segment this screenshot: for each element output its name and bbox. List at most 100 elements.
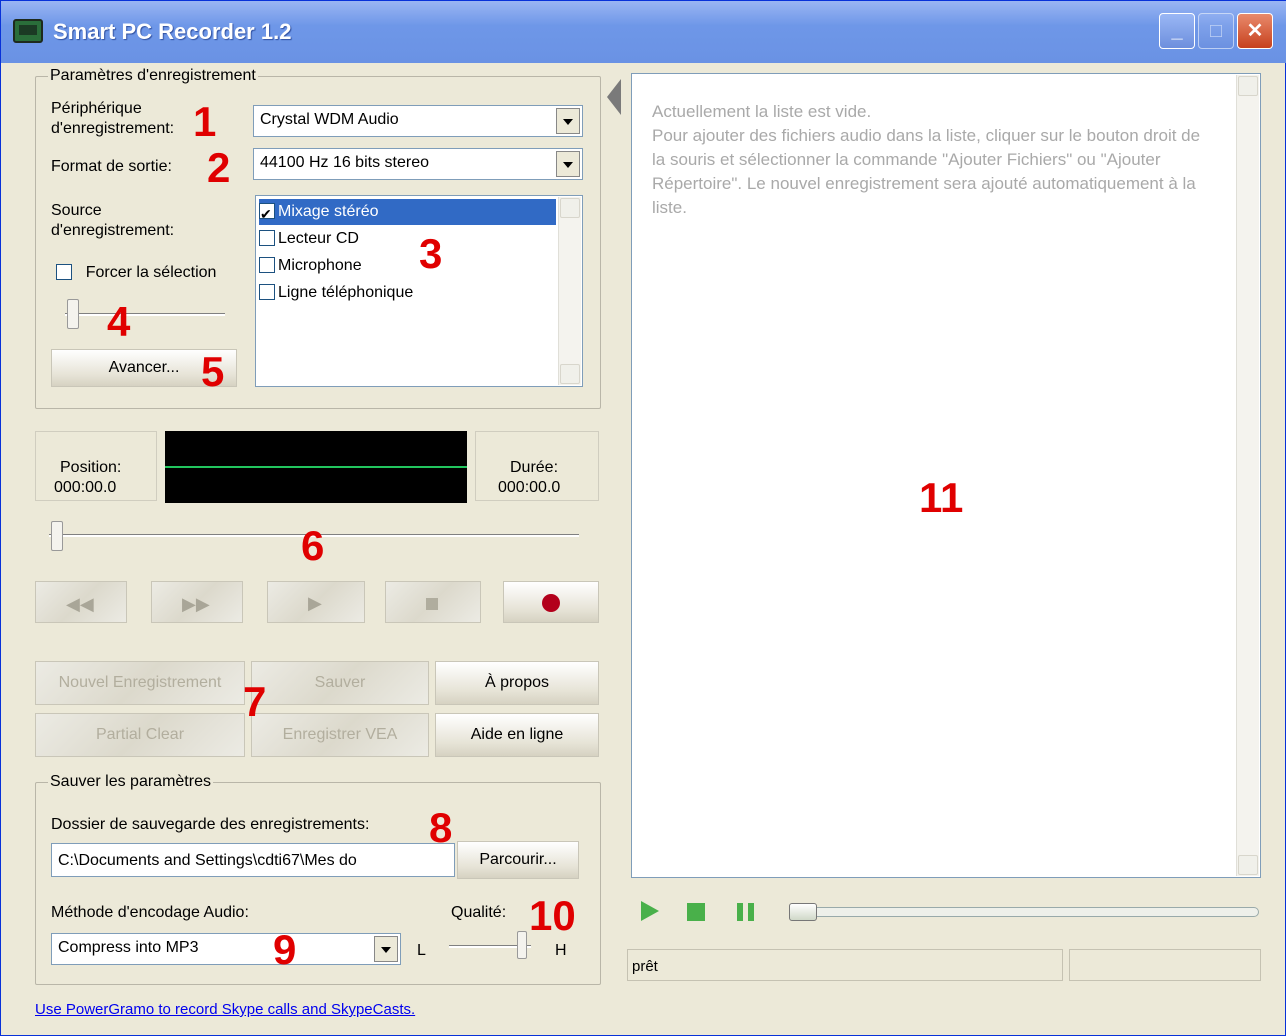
annotation-9: 9 xyxy=(273,926,297,973)
format-select-value: 44100 Hz 16 bits stereo xyxy=(260,154,429,171)
save-settings-legend: Sauver les paramètres xyxy=(50,773,211,790)
status-bar-secondary xyxy=(1069,949,1261,981)
title-bar[interactable]: Smart PC Recorder 1.2 _ □ ✕ xyxy=(1,1,1286,63)
encoding-select[interactable]: Compress into MP3 xyxy=(51,933,401,965)
volume-slider-track[interactable] xyxy=(65,313,225,316)
checkbox-icon[interactable] xyxy=(56,264,72,280)
minimize-icon: _ xyxy=(1171,20,1183,42)
stop-icon[interactable] xyxy=(687,903,705,921)
powergramo-link[interactable]: Use PowerGramo to record Skype calls and… xyxy=(35,1001,415,1018)
list-item[interactable]: Lecteur CD xyxy=(259,226,556,252)
list-item[interactable]: Mixage stéréo xyxy=(259,199,556,227)
rewind-icon: ◀◀ xyxy=(66,594,94,614)
save-vea-button[interactable]: Enregistrer VEA xyxy=(251,713,429,757)
app-window: Smart PC Recorder 1.2 _ □ ✕ Paramètres d… xyxy=(0,0,1286,1036)
duration-label: Durée: xyxy=(510,459,559,476)
checkbox-icon[interactable] xyxy=(259,257,275,273)
duration-box: Durée: 000:00.0 xyxy=(475,431,599,501)
position-label: Position: xyxy=(60,459,122,476)
waveform-line xyxy=(165,466,467,468)
annotation-7: 7 xyxy=(243,678,267,725)
annotation-10: 10 xyxy=(529,892,576,939)
playlist-scrollbar[interactable] xyxy=(1236,75,1259,876)
status-bar: prêt xyxy=(627,949,1063,981)
checkbox-icon[interactable] xyxy=(259,284,275,300)
pause-bar-left xyxy=(737,903,743,921)
checkbox-icon[interactable] xyxy=(259,230,275,246)
minimize-button[interactable]: _ xyxy=(1159,13,1195,49)
annotation-8: 8 xyxy=(429,804,453,851)
source-item-label: Lecteur CD xyxy=(278,230,359,247)
force-selection-checkbox[interactable]: Forcer la sélection xyxy=(56,262,216,283)
partial-clear-button[interactable]: Partial Clear xyxy=(35,713,245,757)
seek-slider-thumb[interactable] xyxy=(51,521,63,551)
collapse-panel-icon[interactable] xyxy=(607,79,621,115)
stop-icon xyxy=(426,598,438,610)
volume-slider-thumb[interactable] xyxy=(67,299,79,329)
annotation-3: 3 xyxy=(419,230,443,277)
list-item[interactable]: Microphone xyxy=(259,253,556,279)
source-item-label: Mixage stéréo xyxy=(278,203,379,220)
quality-slider-thumb[interactable] xyxy=(517,931,527,959)
chevron-down-icon[interactable] xyxy=(556,108,580,134)
source-list-scrollbar[interactable] xyxy=(558,197,581,385)
quality-high-label: H xyxy=(555,942,567,959)
folder-input[interactable]: C:\Documents and Settings\cdti67\Mes do xyxy=(51,843,455,877)
annotation-1: 1 xyxy=(193,98,217,145)
stop-button[interactable] xyxy=(385,581,481,623)
app-icon xyxy=(13,19,43,43)
device-label: Périphérique d'enregistrement: xyxy=(51,100,175,137)
source-item-label: Microphone xyxy=(278,257,362,274)
source-item-label: Ligne téléphonique xyxy=(278,284,414,301)
player-progress-track[interactable] xyxy=(789,907,1259,917)
scroll-down-icon[interactable] xyxy=(560,364,580,384)
chevron-down-icon[interactable] xyxy=(374,936,398,962)
recording-settings-legend: Paramètres d'enregistrement xyxy=(50,67,256,84)
playlist-empty-text: Actuellement la liste est vide. Pour ajo… xyxy=(652,102,1201,217)
maximize-icon: □ xyxy=(1209,20,1223,42)
online-help-button[interactable]: Aide en ligne xyxy=(435,713,599,757)
source-label: Source d'enregistrement: xyxy=(51,202,175,239)
force-selection-label: Forcer la sélection xyxy=(85,264,217,281)
encoding-select-value: Compress into MP3 xyxy=(58,939,199,956)
annotation-6: 6 xyxy=(301,522,325,569)
quality-label: Qualité: xyxy=(451,904,507,921)
close-icon: ✕ xyxy=(1246,20,1264,42)
scroll-down-icon[interactable] xyxy=(1238,855,1258,875)
close-button[interactable]: ✕ xyxy=(1237,13,1273,49)
rewind-button[interactable]: ◀◀ xyxy=(35,581,127,623)
position-box: Position: 000:00.0 xyxy=(35,431,157,501)
save-button[interactable]: Sauver xyxy=(251,661,429,705)
play-icon: ▶ xyxy=(308,593,322,613)
format-label: Format de sortie: xyxy=(51,158,172,175)
annotation-5: 5 xyxy=(201,348,225,395)
pause-bar-right xyxy=(748,903,754,921)
new-recording-button[interactable]: Nouvel Enregistrement xyxy=(35,661,245,705)
list-item[interactable]: Ligne téléphonique xyxy=(259,280,556,306)
source-list[interactable]: Mixage stéréo Lecteur CD Microphone Lign… xyxy=(255,195,583,387)
scroll-up-icon[interactable] xyxy=(560,198,580,218)
record-button[interactable] xyxy=(503,581,599,623)
play-button[interactable]: ▶ xyxy=(267,581,365,623)
annotation-2: 2 xyxy=(207,144,231,191)
fast-forward-button[interactable]: ▶▶ xyxy=(151,581,243,623)
browse-button[interactable]: Parcourir... xyxy=(457,841,579,879)
format-select[interactable]: 44100 Hz 16 bits stereo xyxy=(253,148,583,180)
play-icon[interactable] xyxy=(641,901,659,921)
fast-forward-icon: ▶▶ xyxy=(182,594,210,614)
folder-input-value: C:\Documents and Settings\cdti67\Mes do xyxy=(58,852,357,869)
annotation-11: 11 xyxy=(919,474,964,521)
encoding-label: Méthode d'encodage Audio: xyxy=(51,904,249,921)
checkbox-checked-icon[interactable] xyxy=(259,201,275,227)
about-button[interactable]: À propos xyxy=(435,661,599,705)
folder-label: Dossier de sauvegarde des enregistrement… xyxy=(51,816,370,833)
device-select[interactable]: Crystal WDM Audio xyxy=(253,105,583,137)
scroll-up-icon[interactable] xyxy=(1238,76,1258,96)
annotation-4: 4 xyxy=(107,298,131,345)
record-icon xyxy=(542,594,560,612)
player-progress-thumb[interactable] xyxy=(789,903,817,921)
pause-icon[interactable] xyxy=(737,903,755,921)
position-value: 000:00.0 xyxy=(54,479,117,496)
maximize-button[interactable]: □ xyxy=(1198,13,1234,49)
chevron-down-icon[interactable] xyxy=(556,151,580,177)
